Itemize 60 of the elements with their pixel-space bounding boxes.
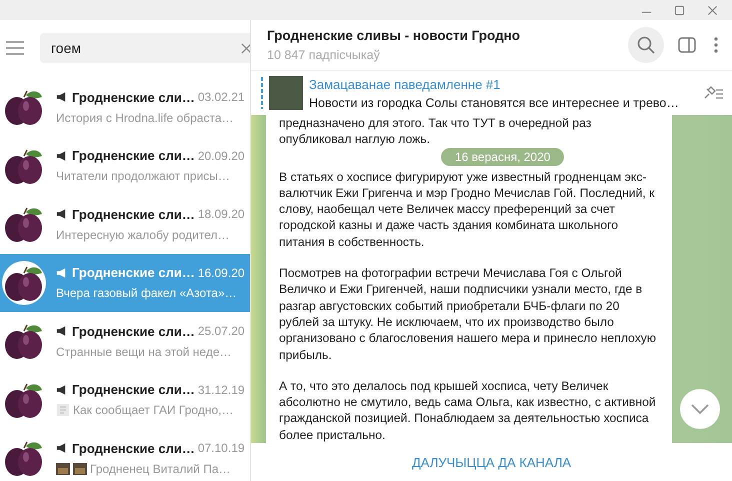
pinned-text: Новости из городка Солы становятся все интереснее и трево… xyxy=(309,96,680,110)
photo-thumbnail-icon xyxy=(73,462,87,476)
document-thumbnail-icon xyxy=(56,403,70,418)
chat-list-item[interactable]: Гродненские сли… 25.07.20 Странные вещи на этой неде… xyxy=(0,312,250,370)
chat-list-item[interactable]: Гродненские сли… 07.10.19 Гродненец Виталий Па… xyxy=(0,429,250,481)
chat-name: Гродненские сли… xyxy=(72,324,195,339)
close-icon[interactable] xyxy=(707,4,718,16)
chat-date: 25.07.20 xyxy=(198,324,245,338)
message-paragraph: предназначено для этого. Так что ТУТ в очередной раз опубликовал наглую ложь. xyxy=(279,115,592,148)
chat-list-item[interactable]: Гродненские сли… 20.09.20 Читатели продолжают присы… xyxy=(0,136,250,195)
sidebar-toggle-icon[interactable] xyxy=(678,37,696,53)
megaphone-icon xyxy=(56,150,67,161)
chat-list-item[interactable]: Гродненские сли… 31.12.19 Как сообщает ГАИ Гродно,… xyxy=(0,370,250,429)
search-button[interactable] xyxy=(628,27,664,63)
chat-name: Гродненские сли… xyxy=(72,206,195,222)
photo-thumbnail-icon xyxy=(56,462,70,476)
chat-date: 18.09.20 xyxy=(198,207,245,222)
menu-icon[interactable] xyxy=(6,41,24,55)
message-paragraph: Посмотрев на фотографии встречи Мечислава Гоя с Ольгой Величко и Ежи Григенчей, наши подписчики узнали место, где в разгар августовских событий приобретали БЧБ-флаги по 20 рублей за штуку. Не исключаем, что их производство было организовано с благословения нашего мера и принесло неплохую прибыль. xyxy=(279,265,658,363)
chat-preview: Как сообщает ГАИ Гродно,… xyxy=(73,403,234,418)
photo-placeholder xyxy=(269,76,303,110)
pinned-title: Замацаванае паведамленне #1 xyxy=(309,76,502,92)
chat-date: 31.12.19 xyxy=(198,382,245,397)
subscriber-count: 10 847 падпісчыкаў xyxy=(267,48,381,62)
chat-preview: Вчера газовый факел «Азота»… xyxy=(56,286,237,300)
chevron-down-icon xyxy=(690,403,710,415)
date-badge: 16 верасня, 2020 xyxy=(441,148,564,166)
channel-title: Гродненские сливы - новости Гродно xyxy=(267,28,522,43)
megaphone-icon xyxy=(56,92,67,102)
chat-name: Гродненские сли… xyxy=(72,440,195,456)
megaphone-icon xyxy=(56,326,67,336)
chat-name: Гродненские сли… xyxy=(72,90,195,105)
chat-date: 07.10.19 xyxy=(198,441,245,456)
megaphone-icon xyxy=(56,443,67,454)
chat-date: 03.02.21 xyxy=(198,90,245,104)
chat-date: 20.09.20 xyxy=(198,148,245,163)
clear-icon[interactable] xyxy=(241,42,250,54)
chat-preview: Интересную жалобу родител… xyxy=(56,228,230,242)
chat-name: Гродненские сли… xyxy=(72,265,195,280)
search-field[interactable]: гоем xyxy=(40,33,250,63)
message-paragraph: В статьях о хосписе фигурируют уже известный гродненцам экс-валютчик Ежи Григенча и мэр Гродно Мечислав Гой. Последний, к слову, наобещал чете Величек массу преференций за счет городской казны и даже часть здания комбината школьного питания в собственность. xyxy=(279,168,656,250)
chat-preview: Странные вещи на этой неде… xyxy=(56,344,232,359)
chat-preview: История с Hrodna.life обраста… xyxy=(56,110,234,125)
more-options-icon[interactable] xyxy=(714,37,718,53)
chat-name: Гродненские сли… xyxy=(72,382,195,398)
plum-avatar-icon xyxy=(2,260,46,305)
megaphone-icon xyxy=(56,384,67,395)
megaphone-icon xyxy=(56,268,67,278)
maximize-icon[interactable] xyxy=(674,4,685,16)
chat-preview: Читатели продолжают присы… xyxy=(56,169,230,184)
scroll-down-button[interactable] xyxy=(680,389,720,429)
pin-list-icon[interactable] xyxy=(702,85,724,101)
chat-list-item[interactable]: Гродненские сли… 03.02.21 История с Hrodna.life обраста… xyxy=(0,78,250,136)
search-icon xyxy=(637,36,655,54)
chat-date: 16.09.20 xyxy=(198,266,245,280)
chat-preview: Гродненец Виталий Па… xyxy=(90,462,231,476)
message-paragraph: А то, что это делалось под крышей хосписа, чету Величек абсолютно не смутило, ведь сама Ольга, как известно, с активной гражданской позицией. Понаблюдаем за деятельностью хосписа более пристально. xyxy=(279,378,657,443)
megaphone-icon xyxy=(56,209,67,220)
chat-list-item[interactable]: Гродненские сли… 18.09.20 Интересную жалобу родител… xyxy=(0,195,250,254)
chat-name: Гродненские сли… xyxy=(72,148,195,164)
